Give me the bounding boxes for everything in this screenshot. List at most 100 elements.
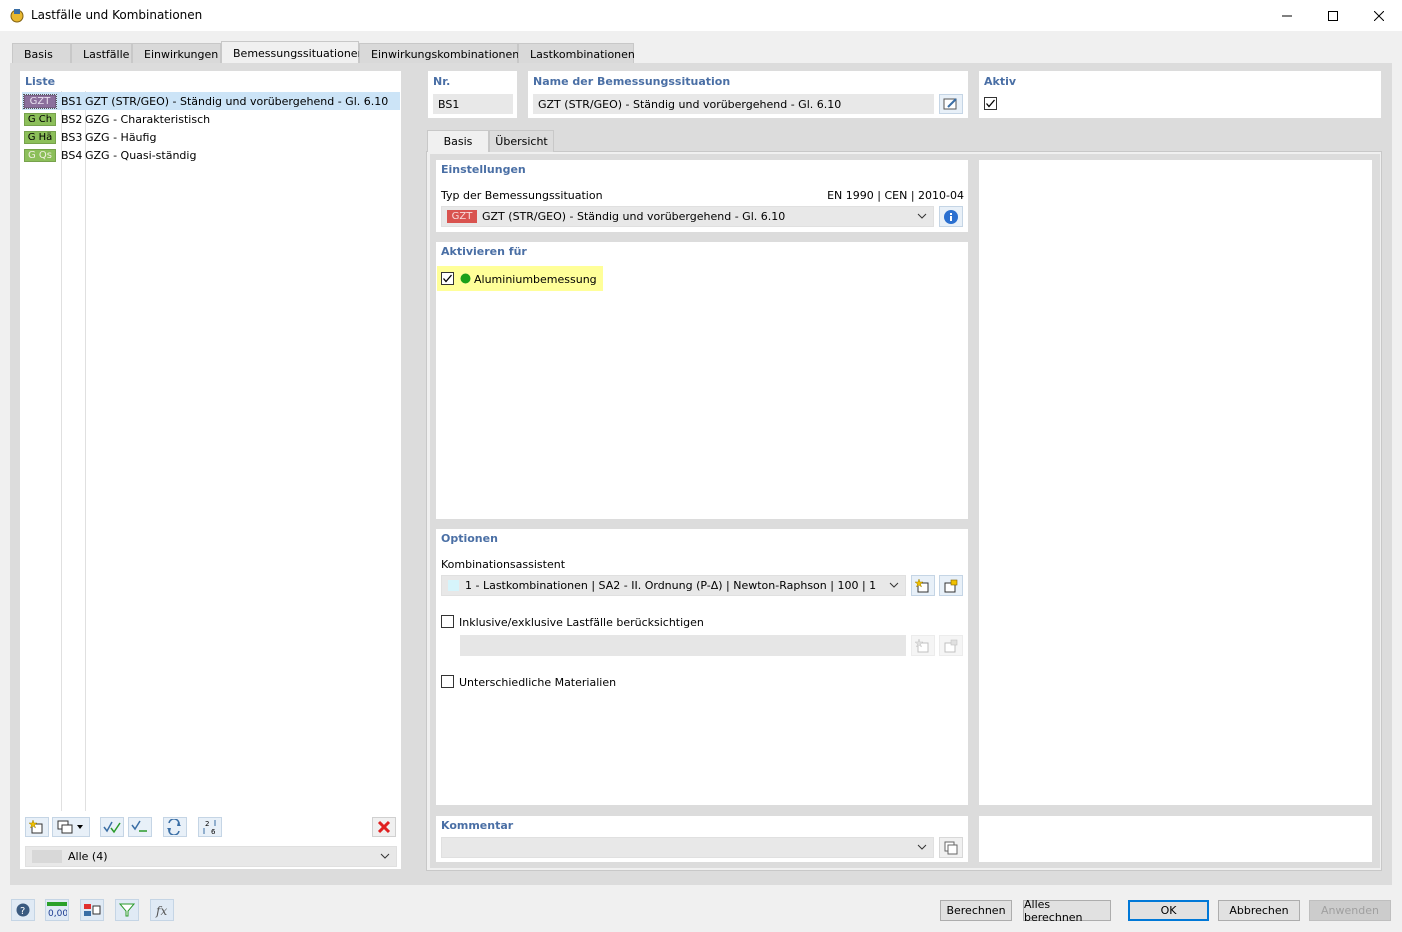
berechnen-button[interactable]: Berechnen	[940, 900, 1012, 921]
kombi-value: 1 - Lastkombinationen | SA2 - II. Ordnun…	[465, 579, 877, 592]
list-item-nr: BS1	[61, 94, 83, 108]
tab-einwirkungskombinationen[interactable]: Einwirkungskombinationen	[359, 43, 519, 64]
einstellungen-title: Einstellungen	[441, 163, 526, 176]
tab-einwirkungen[interactable]: Einwirkungen	[132, 43, 221, 64]
copy-dropdown-button[interactable]	[52, 817, 90, 837]
list-item-name: GZG - Häufig	[85, 130, 157, 144]
badge: G Hä	[24, 130, 56, 144]
typ-dropdown[interactable]: GZT GZT (STR/GEO) - Ständig und vorüberg…	[441, 206, 934, 227]
check-icon	[443, 274, 452, 283]
anwenden-button[interactable]: Anwenden	[1309, 900, 1391, 921]
sort-icon: 2 6	[203, 820, 216, 835]
tab-basis[interactable]: Basis	[12, 43, 71, 64]
check-icon	[986, 99, 995, 108]
edit-item-icon	[944, 579, 958, 592]
inklusive-new-button[interactable]	[911, 635, 935, 656]
list-panel	[20, 71, 401, 869]
renumber-icon	[167, 819, 181, 835]
tab-sub-uebersicht[interactable]: Übersicht	[489, 130, 554, 152]
chevron-down-icon	[917, 844, 927, 850]
app-icon	[10, 9, 24, 23]
nr-field[interactable]: BS1	[433, 94, 513, 114]
svg-text:2: 2	[205, 820, 209, 828]
chevron-down-icon	[889, 582, 899, 588]
list-item[interactable]: G Ch BS2 GZG - Charakteristisch	[22, 110, 400, 128]
minimize-icon	[1282, 15, 1292, 16]
kommentar-dropdown[interactable]	[441, 837, 934, 858]
minimize-button[interactable]	[1264, 0, 1310, 31]
tab-sub-basis[interactable]: Basis	[427, 130, 489, 152]
new-icon	[915, 637, 929, 652]
materialien-checkbox[interactable]	[441, 675, 454, 688]
list-item[interactable]: G Qs BS4 GZG - Quasi-ständig	[22, 146, 400, 164]
chevron-down-icon	[380, 853, 390, 859]
list-item-name: GZG - Charakteristisch	[85, 112, 211, 126]
list-item-name: GZT (STR/GEO) - Ständig und vorübergehen…	[85, 94, 389, 108]
inklusive-label: Inklusive/exklusive Lastfälle berücksich…	[459, 616, 704, 629]
renumber-button[interactable]	[163, 817, 187, 837]
window-title: Lastfälle und Kombinationen	[31, 8, 203, 22]
maximize-icon	[1328, 10, 1338, 21]
function-icon: fx	[155, 904, 167, 918]
kombi-label: Kombinationsassistent	[441, 558, 566, 571]
status-dot-icon	[460, 273, 471, 284]
filter-dropdown[interactable]: Alle (4)	[25, 846, 397, 867]
sort-button[interactable]: 2 6	[198, 817, 222, 837]
kombi-edit-button[interactable]	[939, 575, 963, 596]
help-button[interactable]: ?	[11, 899, 35, 921]
function-button[interactable]: fx	[150, 899, 174, 921]
ok-button[interactable]: OK	[1128, 900, 1209, 921]
list-item-nr: BS4	[61, 148, 83, 162]
check-all-icon	[103, 821, 121, 834]
close-icon	[1374, 10, 1384, 21]
delete-button[interactable]	[372, 817, 396, 837]
inklusive-checkbox[interactable]	[441, 615, 454, 628]
tab-bemessungssituationen[interactable]: Bemessungssituationen	[221, 41, 365, 64]
close-button[interactable]	[1356, 0, 1402, 31]
delete-icon	[377, 820, 391, 834]
tab-lastkombinationen[interactable]: Lastkombinationen	[518, 43, 635, 64]
chevron-down-icon	[917, 213, 927, 219]
typ-value: GZT (STR/GEO) - Ständig und vorübergehen…	[482, 210, 786, 223]
svg-text:0,00: 0,00	[48, 909, 67, 918]
aluminium-label: Aluminiumbemessung	[474, 273, 597, 286]
maximize-button[interactable]	[1310, 0, 1356, 31]
title-bar: Lastfälle und Kombinationen	[0, 0, 1402, 31]
alles-berechnen-button[interactable]: Alles berechnen	[1023, 898, 1111, 924]
aktiv-checkbox[interactable]	[984, 97, 997, 110]
filter-color-swatch	[32, 850, 62, 863]
uncheck-button[interactable]	[128, 817, 152, 837]
kommentar-copy-button[interactable]	[939, 837, 963, 858]
uncheck-icon	[131, 820, 147, 832]
new-item-button[interactable]	[25, 817, 49, 837]
badge: G Ch	[24, 112, 56, 126]
kombi-new-button[interactable]	[911, 575, 935, 596]
name-field[interactable]: GZT (STR/GEO) - Ständig und vorübergehen…	[533, 94, 934, 114]
table-button[interactable]	[80, 899, 104, 921]
tab-lastfaelle[interactable]: Lastfälle	[71, 43, 132, 64]
filter-button[interactable]	[115, 899, 139, 921]
kommentar-right-panel	[979, 816, 1372, 862]
kombi-dropdown[interactable]: 1 - Lastkombinationen | SA2 - II. Ordnun…	[441, 575, 906, 596]
optionen-title: Optionen	[441, 532, 498, 545]
number-format-icon: 0,00	[47, 902, 67, 918]
list-item[interactable]: G Hä BS3 GZG - Häufig	[22, 128, 400, 146]
kombi-color-swatch	[448, 580, 459, 591]
name-label: Name der Bemessungssituation	[533, 75, 731, 88]
filter-icon	[119, 903, 135, 917]
aluminium-checkbox[interactable]	[441, 272, 454, 285]
info-button[interactable]	[939, 206, 963, 227]
info-icon	[944, 209, 958, 224]
materialien-label: Unterschiedliche Materialien	[459, 676, 617, 689]
aktiv-panel	[979, 71, 1381, 118]
check-all-button[interactable]	[100, 817, 124, 837]
edit-name-button[interactable]	[939, 94, 963, 114]
inklusive-edit-button[interactable]	[939, 635, 963, 656]
inklusive-field	[460, 635, 906, 656]
units-button[interactable]: 0,00	[45, 899, 69, 921]
splitter[interactable]	[409, 63, 415, 885]
list-item[interactable]: GZT BS1 GZT (STR/GEO) - Ständig und vorü…	[22, 92, 400, 110]
list-item-nr: BS2	[61, 112, 83, 126]
abbrechen-button[interactable]: Abbrechen	[1218, 900, 1300, 921]
table-icon	[84, 904, 101, 916]
